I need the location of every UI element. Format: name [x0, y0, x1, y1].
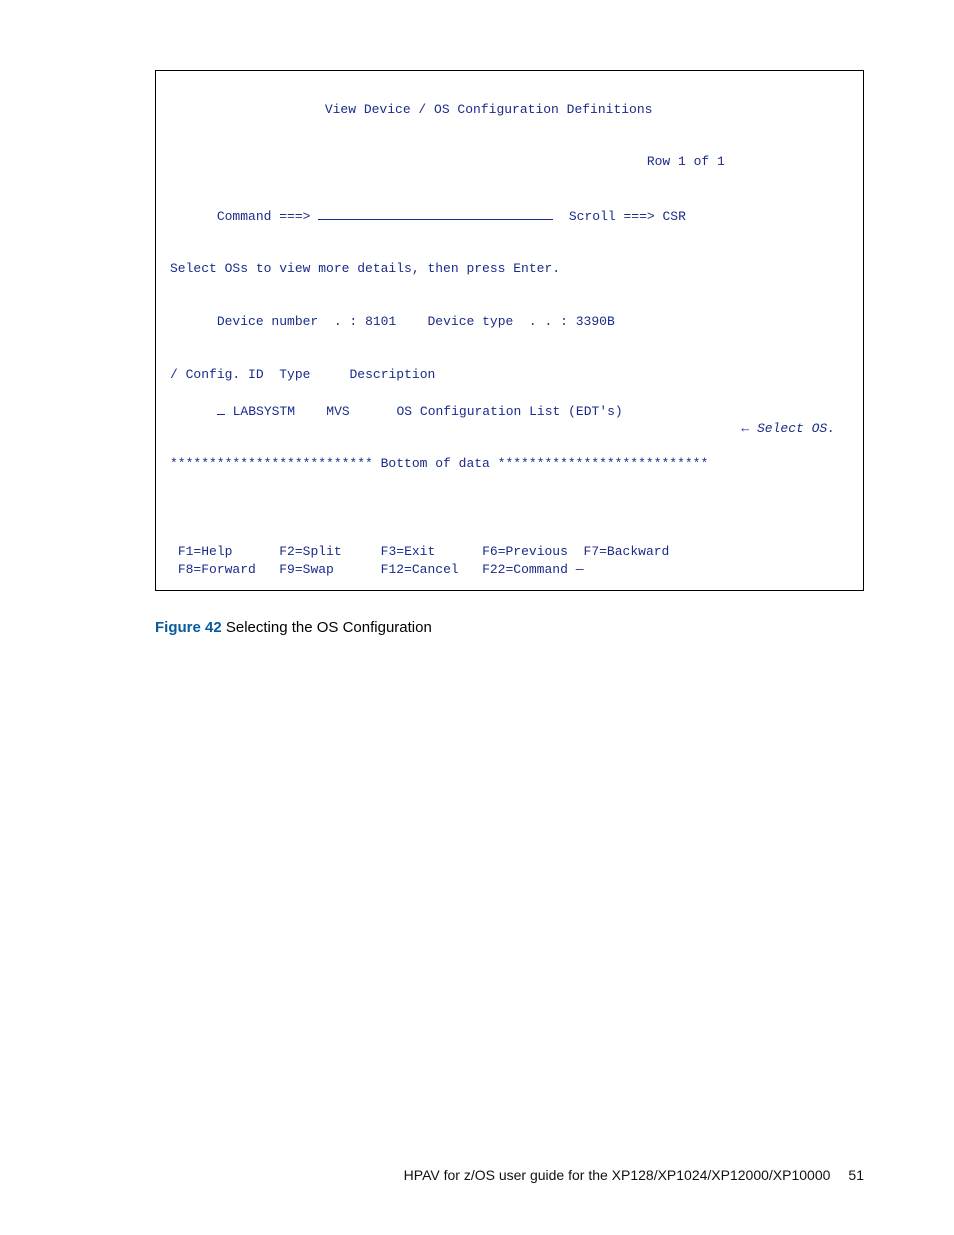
f7-backward[interactable]: F7=Backward — [584, 544, 670, 559]
f3-exit[interactable]: F3=Exit — [381, 544, 436, 559]
instruction-text: Select OSs to view more details, then pr… — [170, 260, 849, 278]
type-value: MVS — [326, 404, 349, 419]
f8-forward[interactable]: F8=Forward — [178, 562, 256, 577]
f12-cancel[interactable]: F12=Cancel — [381, 562, 459, 577]
command-label: Command ===> — [217, 209, 311, 224]
description-value: OS Configuration List (EDT's) — [396, 404, 622, 419]
command-line[interactable]: Command ===> Scroll ===> CSR — [170, 188, 849, 243]
command-input[interactable] — [318, 206, 553, 220]
scroll-label: Scroll ===> CSR — [569, 209, 686, 224]
device-type: 3390B — [576, 314, 615, 329]
config-id-value: LABSYSTM — [233, 404, 295, 419]
figure-label: Figure 42 — [155, 619, 222, 636]
panel-title: View Device / OS Configuration Definitio… — [325, 102, 653, 117]
annotation-select-os: ← Select OS. — [741, 420, 835, 438]
device-number: 8101 — [365, 314, 396, 329]
f1-help[interactable]: F1=Help — [178, 544, 233, 559]
row-count: Row 1 of 1 — [647, 154, 725, 169]
fkeys-row-2: F8=Forward F9=Swap F12=Cancel F22=Comman… — [170, 561, 849, 579]
page-number: 51 — [848, 1167, 864, 1183]
device-number-label: Device number . : — [217, 314, 357, 329]
arrow-left-icon: ← — [741, 421, 749, 436]
f6-previous[interactable]: F6=Previous — [482, 544, 568, 559]
data-row[interactable]: LABSYSTM MVS OS Configuration List (EDT'… — [170, 383, 849, 455]
terminal-panel: View Device / OS Configuration Definitio… — [155, 70, 864, 591]
columns-header: / Config. ID Type Description — [170, 366, 849, 384]
footer-text: HPAV for z/OS user guide for the XP128/X… — [404, 1167, 831, 1183]
f9-swap[interactable]: F9=Swap — [279, 562, 334, 577]
f2-split[interactable]: F2=Split — [279, 544, 341, 559]
figure-caption: Figure 42 Selecting the OS Configuration — [155, 619, 864, 636]
fkeys-row-1: F1=Help F2=Split F3=Exit F6=Previous F7=… — [170, 543, 849, 561]
device-type-label: Device type . . : — [428, 314, 568, 329]
bottom-of-data: ************************** Bottom of dat… — [170, 455, 849, 473]
f22-command[interactable]: F22=Command — — [482, 562, 583, 577]
figure-text: Selecting the OS Configuration — [222, 619, 432, 636]
selection-field[interactable] — [217, 401, 225, 415]
page-footer: HPAV for z/OS user guide for the XP128/X… — [404, 1167, 864, 1183]
